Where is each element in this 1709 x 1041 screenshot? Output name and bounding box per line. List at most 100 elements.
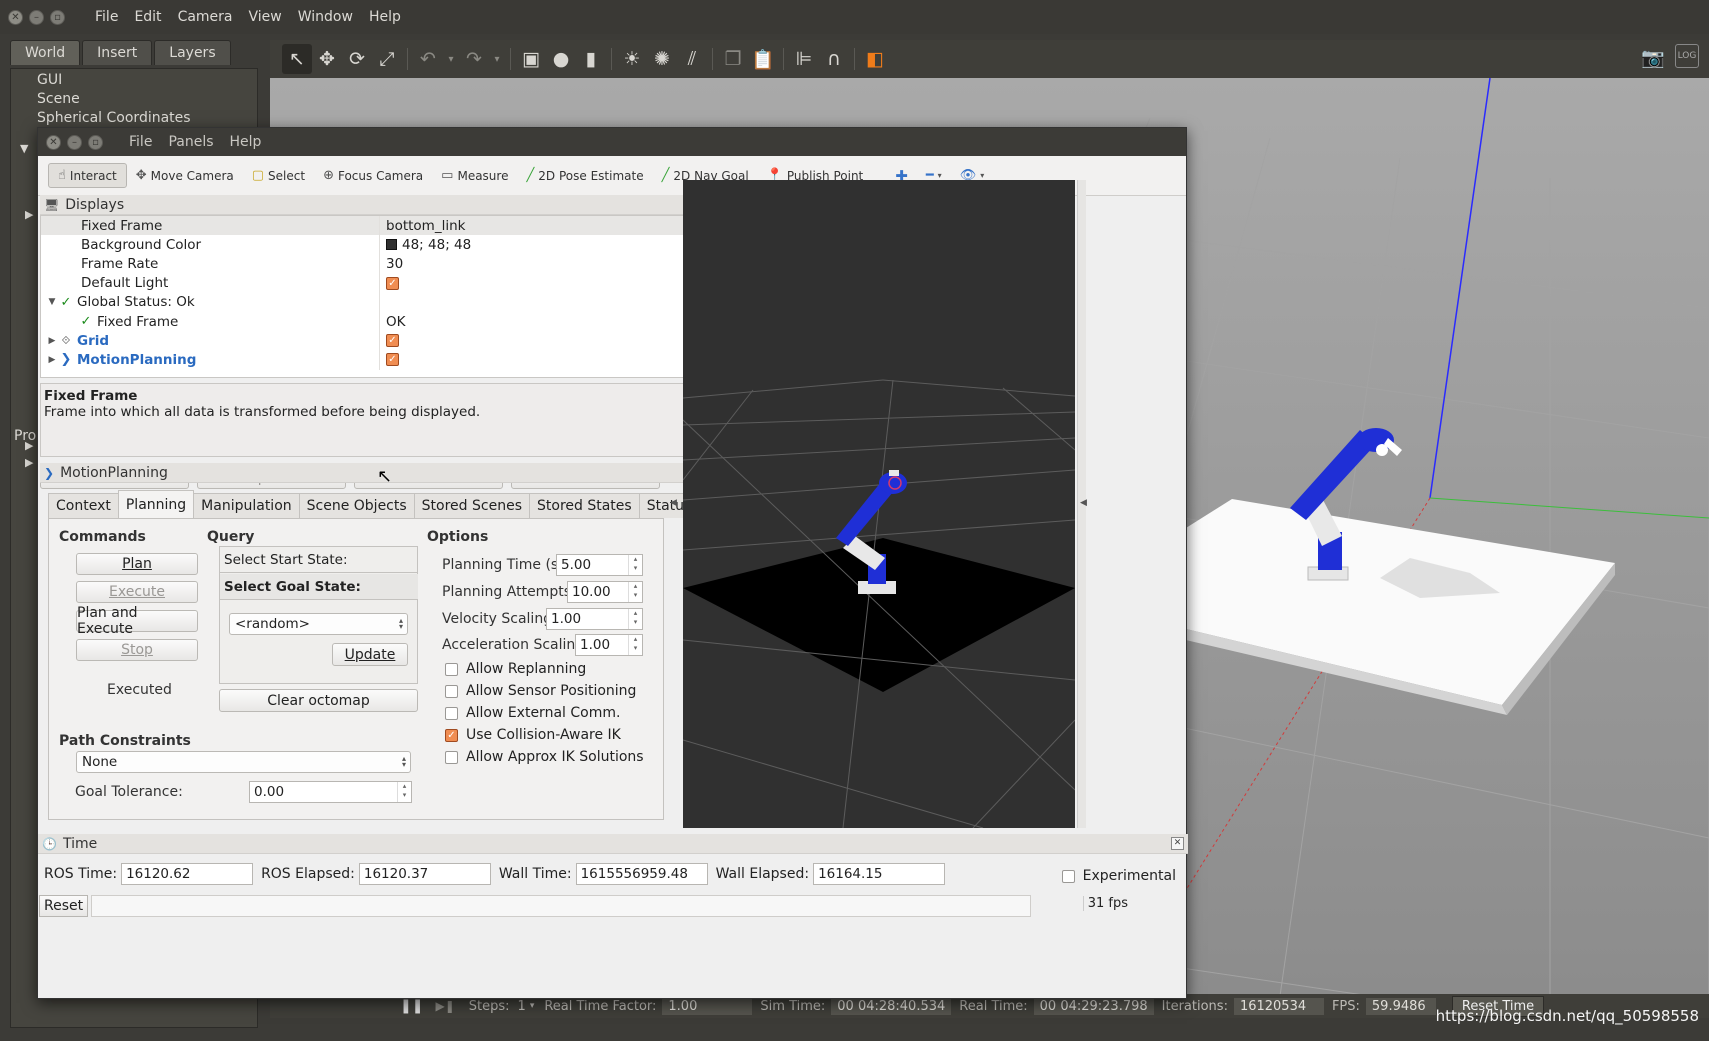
motion-planning-checkbox[interactable]: ✓ — [386, 353, 399, 367]
collapse-arrow-icon[interactable]: ▼ — [20, 142, 28, 155]
tab-scene-objects[interactable]: Scene Objects — [298, 493, 415, 518]
tab-planning[interactable]: Planning — [117, 490, 195, 518]
expand-arrow-icon[interactable]: ▶ — [45, 355, 59, 365]
copy-icon[interactable]: ❐ — [718, 44, 748, 74]
gazebo-maximize-icon[interactable]: ▫ — [50, 9, 65, 25]
cylinder-shape-icon[interactable]: ▮ — [576, 44, 606, 74]
steps-value[interactable]: 1 — [518, 999, 526, 1014]
rotate-mode-icon[interactable]: ⟳ — [342, 44, 372, 74]
pause-icon[interactable]: ❚❚ — [400, 998, 423, 1014]
prop-row-motion-planning[interactable]: ▶ ❯ MotionPlanning ✓ — [41, 350, 723, 370]
redo-icon[interactable]: ↷ — [459, 44, 489, 74]
gazebo-menu-window[interactable]: Window — [290, 9, 361, 25]
translate-mode-icon[interactable]: ✥ — [312, 44, 342, 74]
steps-dropdown-icon[interactable]: ▾ — [530, 1001, 535, 1011]
snap-icon[interactable]: ∩ — [819, 44, 849, 74]
undo-icon[interactable]: ↶ — [413, 44, 443, 74]
rviz-close-icon[interactable]: ✕ — [46, 134, 61, 150]
world-item-gui[interactable]: GUI — [11, 71, 257, 90]
sphere-shape-icon[interactable]: ● — [546, 44, 576, 74]
ros-elapsed-field[interactable]: 16120.37 — [358, 863, 491, 885]
tab-layers[interactable]: Layers — [154, 40, 231, 65]
default-light-checkbox[interactable]: ✓ — [386, 276, 399, 290]
reset-button[interactable]: Reset — [39, 895, 89, 917]
rviz-3d-view[interactable] — [683, 180, 1075, 828]
wall-elapsed-field[interactable]: 16164.15 — [813, 863, 946, 885]
select-mode-icon[interactable]: ↖ — [282, 44, 312, 74]
path-constraints-combo[interactable]: None ▴ ▾ — [76, 751, 411, 773]
paste-icon[interactable]: 📋 — [748, 44, 778, 74]
spinner-arrows-icon[interactable]: ▴ ▾ — [628, 555, 642, 575]
log-icon[interactable]: LOG — [1675, 44, 1699, 68]
pose-estimate-tool-button[interactable]: ╱ 2D Pose Estimate — [517, 164, 652, 187]
undo-dropdown-icon[interactable]: ▾ — [443, 44, 459, 74]
grid-checkbox[interactable]: ✓ — [386, 334, 399, 348]
plan-button[interactable]: Plan — [76, 553, 198, 575]
update-button[interactable]: Update — [332, 643, 408, 666]
prop-row-background-color[interactable]: Background Color 48; 48; 48 — [41, 235, 723, 255]
interact-tool-button[interactable]: ☝ Interact — [48, 163, 127, 188]
allow-approx-ik-option[interactable]: Allow Approx IK Solutions — [445, 749, 644, 765]
prop-row-grid[interactable]: ▶ ⟐ Grid ✓ — [41, 331, 723, 351]
redo-dropdown-icon[interactable]: ▾ — [489, 44, 505, 74]
stop-button[interactable]: Stop — [76, 639, 198, 661]
spinner-arrows-icon[interactable]: ▴ ▾ — [628, 609, 642, 629]
scale-mode-icon[interactable]: ⤢ — [372, 44, 402, 74]
prop-row-global-status[interactable]: ▼ ✓ Global Status: Ok — [41, 292, 723, 312]
allow-approx-ik-checkbox[interactable] — [445, 750, 458, 764]
prop-row-fixed-frame[interactable]: Fixed Frame bottom_link — [41, 216, 723, 236]
plan-and-execute-button[interactable]: Plan and Execute — [76, 605, 198, 637]
gazebo-menu-help[interactable]: Help — [361, 9, 409, 25]
allow-sensor-positioning-option[interactable]: Allow Sensor Positioning — [445, 683, 636, 699]
rviz-menu-panels[interactable]: Panels — [160, 134, 221, 150]
prop-row-frame-rate[interactable]: Frame Rate 30 — [41, 254, 723, 274]
planning-time-input[interactable]: 5.00 ▴ ▾ — [556, 554, 643, 576]
align-icon[interactable]: ⊫ — [789, 44, 819, 74]
experimental-option[interactable]: Experimental — [1061, 868, 1176, 884]
focus-camera-tool-button[interactable]: ⊕ Focus Camera — [314, 164, 432, 187]
clear-octomap-button[interactable]: Clear octomap — [219, 689, 418, 712]
directional-light-icon[interactable]: ⫽ — [677, 44, 707, 74]
prop-value-frame-rate[interactable]: 30 — [386, 256, 403, 272]
tab-context[interactable]: Context — [48, 493, 119, 518]
prop-row-default-light[interactable]: Default Light ✓ — [41, 273, 723, 293]
view-angle-icon[interactable]: ◧ — [860, 44, 890, 74]
move-camera-tool-button[interactable]: ✥ Move Camera — [127, 164, 243, 187]
gazebo-menu-camera[interactable]: Camera — [170, 9, 241, 25]
execute-button[interactable]: Execute — [76, 581, 198, 603]
gazebo-menu-file[interactable]: File — [87, 9, 126, 25]
select-goal-state[interactable]: Select Goal State: — [220, 574, 418, 600]
screenshot-camera-icon[interactable]: 📷 — [1641, 46, 1665, 69]
select-tool-button[interactable]: ▢ Select — [243, 164, 314, 187]
spot-light-icon[interactable]: ✺ — [647, 44, 677, 74]
allow-replanning-checkbox[interactable] — [445, 662, 458, 676]
tab-insert[interactable]: Insert — [82, 40, 153, 65]
goal-tolerance-input[interactable]: 0.00 ▴ ▾ — [249, 781, 412, 803]
tab-stored-states[interactable]: Stored States — [529, 493, 640, 518]
close-icon[interactable]: ✕ — [1171, 837, 1184, 850]
allow-replanning-option[interactable]: Allow Replanning — [445, 661, 586, 677]
gazebo-minimize-icon[interactable]: – — [29, 9, 44, 25]
spinner-arrows-icon[interactable]: ▴ ▾ — [397, 782, 411, 802]
prop-value-fixed-frame[interactable]: bottom_link — [386, 218, 465, 234]
tab-stored-scenes[interactable]: Stored Scenes — [413, 493, 530, 518]
gazebo-menu-edit[interactable]: Edit — [126, 9, 169, 25]
expand-arrow-icon[interactable]: ▶ — [25, 456, 33, 469]
box-shape-icon[interactable]: ▣ — [516, 44, 546, 74]
select-start-state[interactable]: Select Start State: — [220, 547, 418, 573]
acceleration-scaling-input[interactable]: 1.00 ▴ ▾ — [575, 634, 643, 656]
planning-attempts-input[interactable]: 10.00 ▴ ▾ — [567, 581, 643, 603]
gazebo-close-icon[interactable]: ✕ — [8, 9, 23, 25]
expand-arrow-icon[interactable]: ▶ — [45, 336, 59, 346]
tab-world[interactable]: World — [10, 40, 81, 65]
expand-arrow-icon[interactable]: ▶ — [25, 208, 33, 221]
gazebo-menu-view[interactable]: View — [241, 9, 290, 25]
tab-manipulation[interactable]: Manipulation — [193, 493, 300, 518]
spinner-arrows-icon[interactable]: ▴ ▾ — [628, 635, 642, 655]
measure-tool-button[interactable]: ▭ Measure — [432, 164, 517, 187]
point-light-icon[interactable]: ☀ — [617, 44, 647, 74]
velocity-scaling-input[interactable]: 1.00 ▴ ▾ — [546, 608, 643, 630]
wall-time-field[interactable]: 1615556959.48 — [575, 863, 708, 885]
goal-state-combo[interactable]: <random> ▴ ▾ — [229, 613, 408, 635]
collapse-arrow-icon[interactable]: ▼ — [45, 297, 59, 307]
